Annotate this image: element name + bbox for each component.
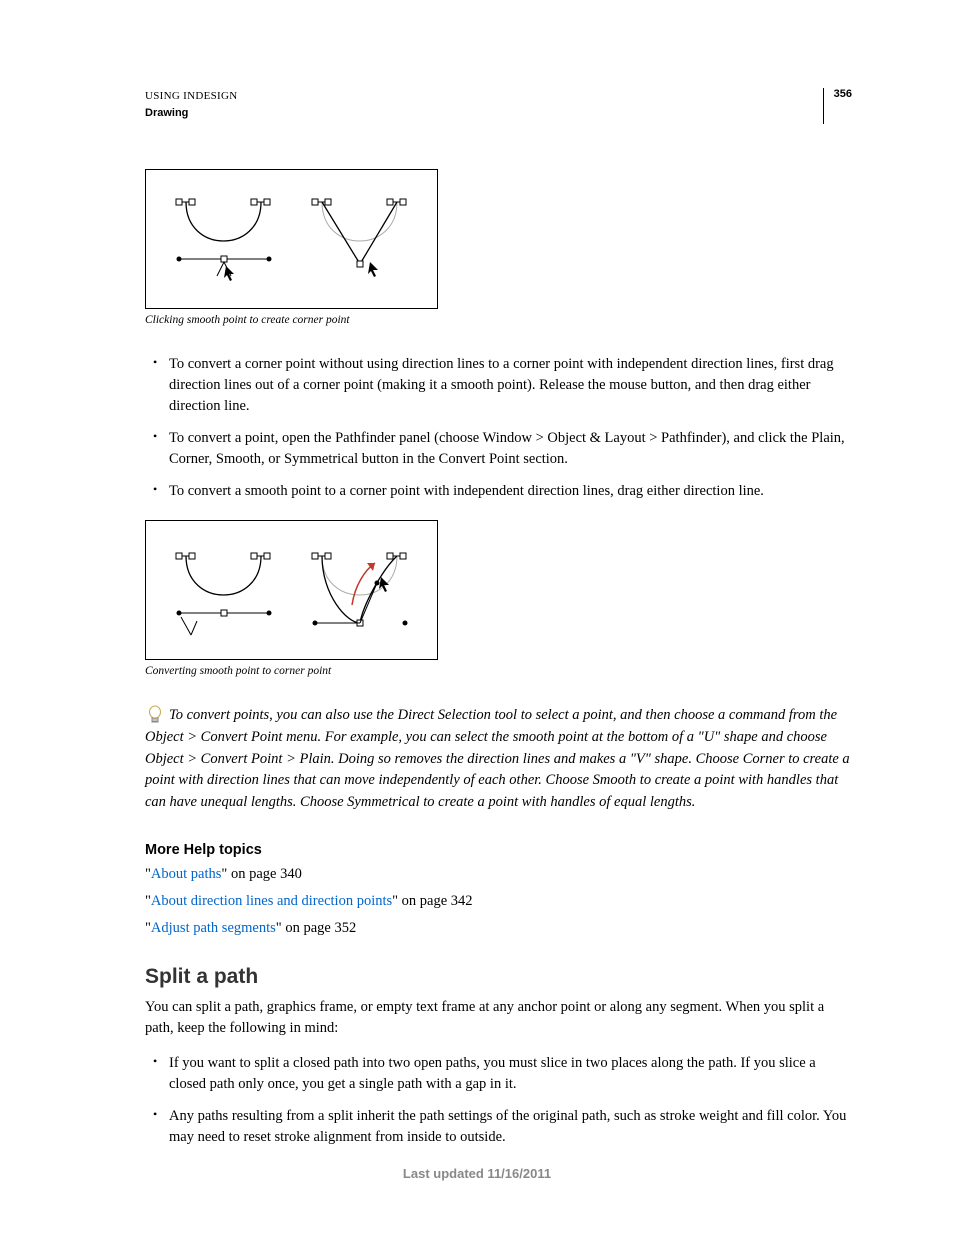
help-heading: More Help topics	[145, 842, 852, 858]
doc-section: Drawing	[145, 105, 238, 122]
help-link-row: "About paths" on page 340	[145, 866, 852, 883]
figure-2-caption: Converting smooth point to corner point	[145, 665, 852, 677]
help-link-row: "Adjust path segments" on page 352	[145, 920, 852, 937]
page-number: 356	[823, 88, 852, 124]
help-suffix: " on page 352	[276, 920, 356, 936]
figure-2	[145, 520, 438, 660]
help-link[interactable]: About direction lines and direction poin…	[151, 893, 392, 909]
list-item: Any paths resulting from a split inherit…	[145, 1106, 852, 1148]
header-left: USING INDESIGN Drawing	[145, 88, 238, 121]
list-item: To convert a corner point without using …	[145, 354, 852, 417]
figure-2-left-icon	[161, 535, 286, 645]
tip-block: To convert points, you can also use the …	[145, 705, 852, 814]
lightbulb-icon	[147, 705, 163, 737]
list-item: To convert a point, open the Pathfinder …	[145, 428, 852, 470]
figure-1-left-icon	[161, 184, 286, 294]
figure-1-caption: Clicking smooth point to create corner p…	[145, 314, 852, 326]
section-heading: Split a path	[145, 965, 852, 989]
help-link[interactable]: About paths	[151, 866, 221, 882]
figure-1-right-icon	[297, 184, 422, 294]
doc-title: USING INDESIGN	[145, 88, 238, 105]
figure-2-right-icon	[297, 535, 422, 645]
help-suffix: " on page 340	[221, 866, 301, 882]
tip-text: To convert points, you can also use the …	[145, 705, 852, 814]
figure-1	[145, 169, 438, 309]
help-link[interactable]: Adjust path segments	[151, 920, 276, 936]
page-header: USING INDESIGN Drawing 356	[145, 88, 852, 124]
help-link-row: "About direction lines and direction poi…	[145, 893, 852, 910]
list-item: If you want to split a closed path into …	[145, 1053, 852, 1095]
bullet-list-1: To convert a corner point without using …	[145, 354, 852, 502]
help-suffix: " on page 342	[392, 893, 472, 909]
list-item: To convert a smooth point to a corner po…	[145, 481, 852, 502]
body-text: You can split a path, graphics frame, or…	[145, 997, 852, 1039]
footer-updated: Last updated 11/16/2011	[0, 1166, 954, 1181]
bullet-list-2: If you want to split a closed path into …	[145, 1053, 852, 1148]
